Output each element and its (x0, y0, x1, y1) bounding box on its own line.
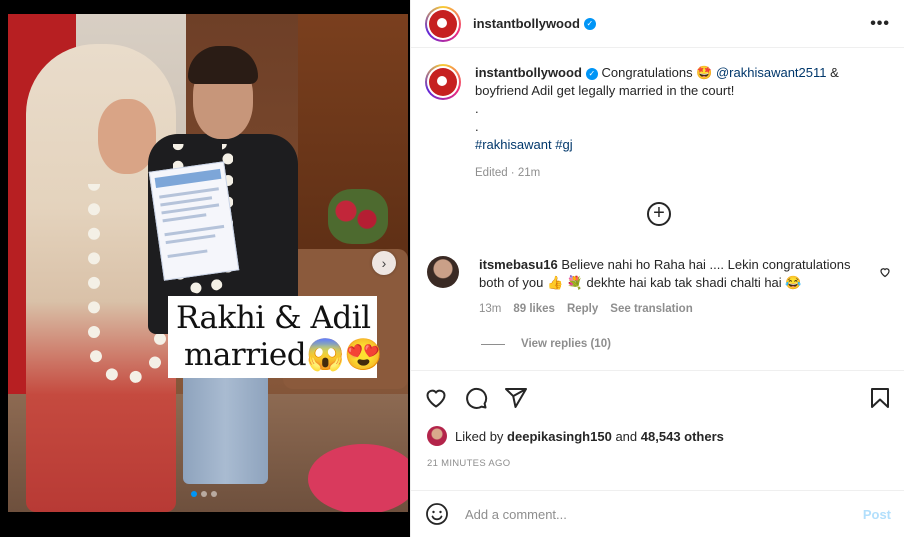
emoji-icon[interactable] (425, 502, 449, 526)
likes-summary: Liked by deepikasingh150 and 48,543 othe… (427, 426, 724, 446)
hashtag-link[interactable]: #rakhisawant (475, 137, 552, 152)
caption-author-avatar[interactable] (425, 64, 461, 100)
comment-item: itsmebasu16 Believe nahi ho Raha hai ...… (425, 256, 891, 318)
comments-section[interactable]: instantbollywood ✓ Congratulations 🤩 @rak… (411, 48, 904, 370)
comment-input[interactable] (465, 506, 835, 522)
caption-dot-2: . (475, 119, 479, 134)
post-sidebar: instantbollywood ✓ ••• instantbollywood ✓… (410, 0, 904, 537)
heart-icon[interactable] (423, 385, 449, 411)
author-username[interactable]: instantbollywood (473, 16, 580, 31)
post-comment-button[interactable]: Post (863, 507, 891, 522)
more-options-icon[interactable]: ••• (870, 15, 890, 33)
add-comment-bar: Post (411, 490, 904, 537)
likes-others-count[interactable]: 48,543 others (641, 429, 724, 444)
carousel-next-button[interactable]: › (372, 251, 396, 275)
likes-prefix: Liked by (455, 428, 504, 444)
liker-avatar[interactable] (427, 426, 447, 446)
paper-plane-icon[interactable] (503, 385, 529, 411)
commenter-avatar[interactable] (427, 256, 459, 288)
post-header: instantbollywood ✓ ••• (411, 0, 904, 48)
certificate-line (162, 213, 207, 223)
certificate-line (167, 249, 208, 258)
carousel-dot (201, 491, 207, 497)
comment-likes-count[interactable]: 89 likes (513, 300, 555, 318)
post-media[interactable]: Rakhi & Adil married😱😍 › (0, 0, 410, 537)
hashtag-link[interactable]: #gj (555, 137, 572, 152)
bookmark-icon[interactable] (867, 385, 893, 411)
view-replies-button[interactable]: View replies (10) (481, 338, 611, 350)
avatar-ring (427, 7, 459, 40)
groom-hair (188, 46, 258, 84)
overlay-line-1: Rakhi & Adil (176, 300, 371, 336)
comment-body: itsmebasu16 Believe nahi ho Raha hai ...… (479, 256, 869, 318)
verified-badge-icon: ✓ (585, 68, 598, 80)
caption-body: instantbollywood ✓ Congratulations 🤩 @rak… (475, 64, 855, 182)
verified-badge-icon: ✓ (583, 17, 596, 30)
caption-mention-link[interactable]: @rakhisawant2511 (716, 65, 827, 80)
photo-caption-overlay: Rakhi & Adil married😱😍 (168, 296, 383, 378)
carousel-indicator (191, 491, 217, 497)
photo-flowers (328, 189, 388, 244)
photo-rug (308, 444, 408, 512)
marriage-certificate (148, 161, 240, 281)
caption-author-username[interactable]: instantbollywood (475, 65, 582, 80)
post-timestamp[interactable]: 21 MINUTES AGO (427, 458, 510, 469)
author-avatar[interactable] (425, 5, 461, 42)
post-caption: instantbollywood ✓ Congratulations 🤩 @rak… (425, 64, 891, 182)
comment-time[interactable]: 13m (479, 300, 501, 318)
likes-middle: and (615, 428, 638, 444)
comment-bubble-icon[interactable] (463, 385, 489, 411)
certificate-line (165, 234, 216, 245)
post-actions-bar (411, 370, 904, 424)
post-photo[interactable]: Rakhi & Adil married😱😍 (8, 14, 408, 512)
carousel-dot (191, 491, 197, 497)
caption-edited-meta: Edited · 21m (475, 167, 541, 179)
certificate-line (164, 224, 225, 237)
see-translation-button[interactable]: See translation (610, 300, 692, 318)
certificate-band (154, 168, 222, 188)
avatar-logo (429, 9, 457, 38)
avatar-ring (427, 66, 459, 98)
caption-text-1: Congratulations 🤩 (601, 65, 716, 80)
caption-hashtags: #rakhisawant #gj (475, 136, 855, 154)
load-more-comments-icon[interactable]: + (647, 202, 671, 226)
avatar-logo (429, 68, 457, 96)
commenter-username[interactable]: itsmebasu16 (479, 257, 558, 272)
comment-meta: 13m 89 likes Reply See translation (479, 300, 869, 318)
liker-username[interactable]: deepikasingh150 (507, 429, 612, 444)
overlay-line-2: married😱😍 (184, 337, 383, 373)
comment-reply-button[interactable]: Reply (567, 300, 598, 318)
caption-dot-1: . (475, 101, 479, 116)
comment-like-heart-icon[interactable] (879, 266, 891, 281)
carousel-dot (211, 491, 217, 497)
